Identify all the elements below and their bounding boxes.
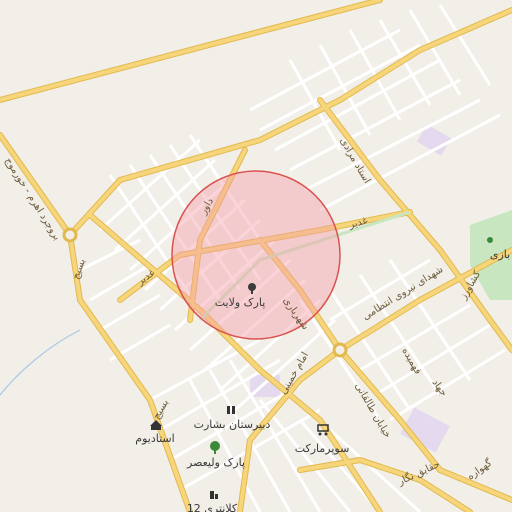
tree-icon[interactable]: [210, 441, 220, 454]
poi-label-dabirestan-besharat[interactable]: دبیرستان بشارت: [194, 418, 271, 431]
police-icon[interactable]: [210, 491, 218, 499]
road-label-boroojerd: بروجرد اهرم - خورموج: [2, 156, 62, 243]
highlight-radius-circle: [171, 170, 341, 340]
road-label-fahmideh: فهمیده: [399, 346, 423, 377]
road-label-gahvareh: گهواره: [465, 457, 495, 483]
park-icon: [487, 237, 493, 243]
roundabout: [332, 342, 348, 358]
stream-line: [0, 329, 81, 396]
road-label-ghadir: غدیر: [347, 215, 369, 231]
poi-label-supermarket[interactable]: سوپرمارکت: [295, 442, 350, 455]
poi-label-park-velayat[interactable]: پارک ولایت: [215, 296, 266, 309]
poi-label-kalantari[interactable]: کلانتری 12: [187, 502, 238, 512]
poi-label-park-valiasr[interactable]: پارک ولیعصر: [186, 456, 245, 469]
poi-label-estadium[interactable]: استادیوم: [135, 432, 174, 445]
map-view[interactable]: داور غدیر غدیر بسیج بسیج استاد مرادی شهر…: [0, 0, 512, 512]
poi-label-bazi[interactable]: بازی: [490, 248, 510, 261]
roundabout: [62, 227, 78, 243]
map-canvas[interactable]: داور غدیر غدیر بسیج بسیج استاد مرادی شهر…: [0, 0, 512, 512]
road-label-basij-south: بسیج: [151, 398, 171, 422]
